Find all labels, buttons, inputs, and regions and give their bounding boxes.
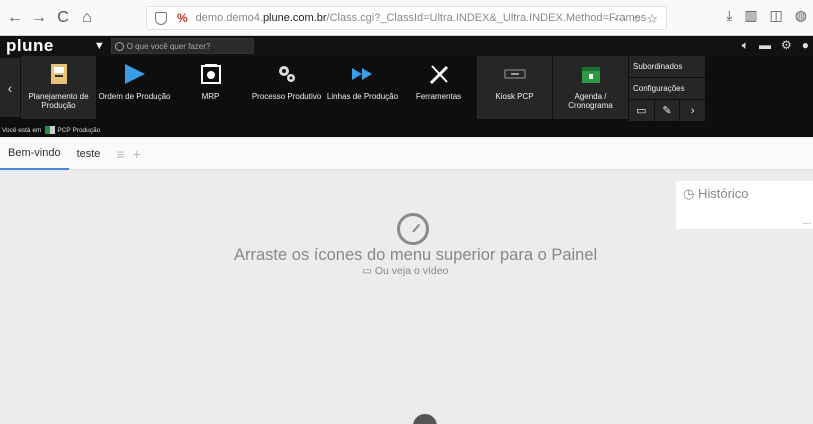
configuracoes-button[interactable]: Configurações [629,78,705,99]
gear-icon[interactable]: ⚙ [781,38,792,53]
ribbon-item-label: Linhas de Produção [326,92,399,101]
ribbon-item-label: Agenda / Cronograma [568,92,613,111]
ribbon-action-row: ▭ ✎ › [629,100,706,121]
search-placeholder: O que você quer fazer? [126,41,211,51]
module-icon [45,126,56,134]
nav-buttons: ← → C ⌂ [4,7,98,29]
chat-icon[interactable]: ▬ [759,38,771,53]
video-link[interactable]: ▭ Ou veja o vídeo [362,265,448,277]
reload-icon[interactable]: C [52,7,74,29]
brand-logo[interactable]: plune [6,36,54,56]
video-link-label: Ou veja o vídeo [374,265,449,277]
pocket-icon[interactable]: ◌ [633,11,641,27]
address-actions: ··· ◌ ☆ [614,11,658,27]
pencil-icon[interactable]: ✎ [654,100,680,121]
calendar-icon [581,62,601,86]
page-actions-icon[interactable]: ··· [614,11,627,27]
browser-tools: ⤓ ▥ ◫ ◍ [726,7,807,24]
shield-icon [155,11,167,25]
ribbon-item-agenda[interactable]: Agenda / Cronograma [553,56,628,119]
sound-icon[interactable]: 🔈︎ [742,38,749,53]
fast-forward-icon [351,62,375,86]
clock-icon [397,213,429,245]
sidebar-icon[interactable]: ◫ [770,7,783,24]
play-icon [123,62,147,86]
search-input[interactable]: O que você quer fazer? [110,38,254,54]
downloads-icon[interactable]: ⤓ [726,7,732,24]
app-header-icons: 🔈︎ ▬ ⚙ ● [742,38,809,53]
back-arrow-icon[interactable]: ← [4,7,26,29]
app-header: plune ▼ O que você quer fazer? 🔈︎ ▬ ⚙ ● [0,36,813,56]
history-clock-icon: ◷ [683,186,698,201]
ribbon-item-label: Planejamento de Produção [28,92,89,111]
ribbon-item-label: MRP [201,92,220,101]
empty-panel-message: Arraste os ícones do menu superior para … [234,246,598,264]
url-text: demo.demo4.plune.com.br/Class.cgi?_Class… [195,12,647,24]
extension-icon[interactable]: ◍ [795,7,807,24]
home-icon[interactable]: ⌂ [76,7,98,29]
breadcrumb-prefix: Você está em [2,126,42,134]
ribbon-item-label: Processo Produtivo [251,92,322,101]
ribbon-item-kiosk-pcp[interactable]: Kiosk PCP [477,56,552,119]
address-bar[interactable]: % demo.demo4.plune.com.br/Class.cgi?_Cla… [146,6,667,30]
ribbon-side-buttons: Subordinados Configurações ▭ ✎ › [629,56,706,123]
dashboard-tabs: Bem-vindo teste ≡ + [0,138,813,170]
library-icon[interactable]: ▥ [744,7,757,24]
historico-more[interactable]: ... [803,216,811,227]
chevron-down-icon[interactable]: ▼ [94,40,105,52]
ribbon-item-linhas-producao[interactable]: Linhas de Produção [325,56,400,119]
gears-icon [276,62,298,86]
browser-toolbar: ← → C ⌂ % demo.demo4.plune.com.br/Class.… [0,0,813,36]
historico-widget[interactable]: ◷ Histórico ... [676,181,813,229]
ribbon-menu: ‹ Planejamento de Produção Ordem de Prod… [0,56,813,123]
ribbon-prev-button[interactable]: ‹ [0,58,20,117]
ribbon-item-label: Ordem de Produção [98,92,171,101]
breadcrumb-location[interactable]: PCP Produção [57,127,100,134]
ribbon-item-label: Ferramentas [415,92,462,101]
chevron-right-icon[interactable]: › [680,100,706,121]
ribbon-item-mrp[interactable]: MRP [173,56,248,119]
mrp-icon [200,62,222,86]
historico-title: ◷ Histórico [683,186,749,201]
avatar[interactable]: ● [802,38,809,53]
ribbon-item-ordem-producao[interactable]: Ordem de Produção [97,56,172,119]
monitor-icon: ▭ [362,265,375,277]
search-icon [114,41,124,51]
ribbon-item-label: Kiosk PCP [495,92,534,101]
tab-teste[interactable]: teste [69,138,109,170]
tab-bem-vindo[interactable]: Bem-vindo [0,138,69,170]
menu-icon[interactable]: ≡ [116,146,124,162]
insecure-lock-icon: % [177,11,188,25]
tools-icon [428,62,450,86]
bookmark-star-icon[interactable]: ☆ [646,11,658,27]
kiosk-icon [504,62,526,86]
ribbon-item-planejamento[interactable]: Planejamento de Produção [21,56,96,119]
add-tab-icon[interactable]: + [133,146,141,162]
ribbon-item-processo-produtivo[interactable]: Processo Produtivo [249,56,324,119]
subordinados-button[interactable]: Subordinados [629,56,705,77]
ribbon-item-ferramentas[interactable]: Ferramentas [401,56,476,119]
planning-icon [49,62,69,86]
monitor-icon[interactable]: ▭ [629,100,654,121]
forward-arrow-icon[interactable]: → [28,7,50,29]
breadcrumb: Você está em PCP Produção [0,123,813,137]
